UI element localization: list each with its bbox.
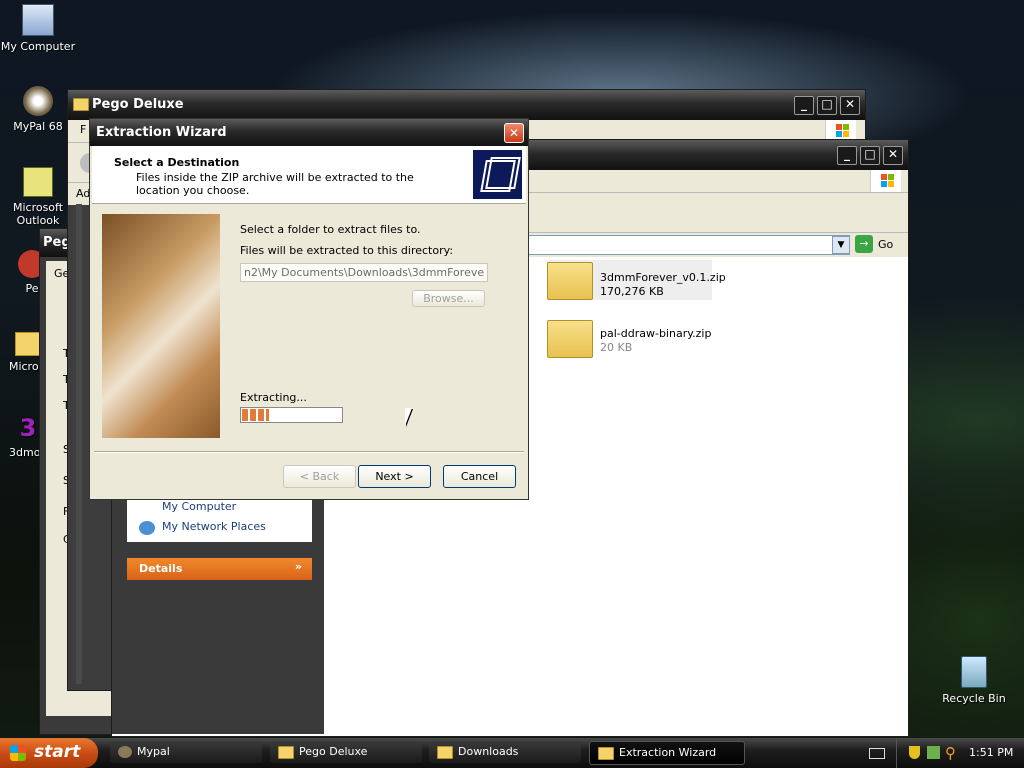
address-input[interactable] bbox=[522, 235, 850, 255]
pego-side-accent bbox=[76, 204, 82, 684]
network-icon[interactable] bbox=[927, 746, 940, 759]
desktop-icon-label: MyPal 68 bbox=[13, 120, 63, 133]
start-button[interactable]: start bbox=[0, 738, 98, 768]
recycle-bin-icon bbox=[961, 656, 987, 688]
desktop-icon-recycle-bin[interactable]: Recycle Bin bbox=[936, 656, 1012, 705]
destination-path-field[interactable] bbox=[240, 263, 488, 282]
header-subtitle: Files inside the ZIP archive will be ext… bbox=[136, 171, 414, 197]
network-icon bbox=[139, 521, 155, 535]
chevron-down-icon: » bbox=[294, 560, 302, 573]
pego-titlebar[interactable]: Pego Deluxe _ □ ✕ bbox=[68, 90, 865, 120]
progress-fill bbox=[242, 409, 269, 421]
file-name: pal-ddraw-binary.zip bbox=[600, 327, 712, 340]
mypal-icon bbox=[118, 746, 132, 758]
desktop: My Computer MyPal 68 Microsoft Outlook P… bbox=[0, 0, 1024, 738]
cancel-button[interactable]: Cancel bbox=[443, 465, 516, 488]
file-name: 3dmmForever_v0.1.zip bbox=[600, 271, 726, 284]
task-label: Pego Deluxe bbox=[299, 745, 368, 758]
folder-icon bbox=[73, 98, 89, 111]
go-arrow-icon[interactable]: → bbox=[855, 235, 873, 253]
desktop-icon-label: My Computer bbox=[0, 40, 76, 53]
mypal-icon bbox=[23, 86, 53, 116]
next-button[interactable]: Next > bbox=[358, 465, 431, 488]
keyboard-icon[interactable] bbox=[869, 748, 885, 759]
windows-flag-icon bbox=[10, 745, 26, 761]
window-title: Extraction Wizard bbox=[96, 125, 227, 140]
directory-label: Files will be extracted to this director… bbox=[240, 244, 454, 257]
place-my-computer[interactable]: My Computer bbox=[162, 500, 236, 513]
file-item[interactable]: 3dmmForever_v0.1.zip 170,276 KB bbox=[547, 260, 726, 300]
minimize-button[interactable]: _ bbox=[794, 96, 814, 115]
task-label: Mypal bbox=[137, 745, 170, 758]
taskbar: start Mypal Pego Deluxe Downloads Extrac… bbox=[0, 738, 1024, 768]
computer-icon bbox=[22, 4, 54, 36]
file-size: 170,276 KB bbox=[600, 285, 664, 298]
extraction-wizard-dialog[interactable]: Extraction Wizard ✕ Select a Destination… bbox=[89, 118, 529, 500]
go-button[interactable]: Go bbox=[878, 238, 893, 251]
desktop-icon-label: Pe bbox=[25, 282, 39, 295]
desktop-icon-label: Recycle Bin bbox=[942, 692, 1006, 705]
minimize-button[interactable]: _ bbox=[837, 146, 857, 165]
close-button[interactable]: ✕ bbox=[840, 96, 860, 115]
window-title: Pego Deluxe bbox=[92, 97, 184, 112]
extracting-label: Extracting... bbox=[240, 391, 307, 404]
folder-icon bbox=[598, 746, 614, 760]
address-dropdown-button[interactable]: ▼ bbox=[832, 236, 850, 254]
taskbar-button-mypal[interactable]: Mypal bbox=[110, 741, 262, 763]
details-header[interactable]: Details » bbox=[127, 558, 312, 580]
file-item[interactable]: pal-ddraw-binary.zip 20 KB bbox=[547, 318, 712, 358]
mouse-cursor-icon bbox=[405, 408, 412, 426]
outlook-icon bbox=[23, 167, 53, 197]
wizard-header: Select a Destination Files inside the ZI… bbox=[92, 146, 526, 204]
select-folder-label: Select a folder to extract files to. bbox=[240, 223, 421, 236]
task-label: Downloads bbox=[458, 745, 519, 758]
close-button[interactable]: ✕ bbox=[883, 146, 903, 165]
file-size: 20 KB bbox=[600, 341, 633, 354]
maximize-button[interactable]: □ bbox=[817, 96, 837, 115]
wizard-divider bbox=[94, 451, 524, 453]
header-title: Select a Destination bbox=[114, 156, 240, 169]
clock[interactable]: 1:51 PM bbox=[969, 746, 1013, 759]
taskbar-button-extraction-wizard[interactable]: Extraction Wizard bbox=[589, 741, 745, 765]
task-label: Extraction Wizard bbox=[619, 746, 717, 759]
wizard-titlebar[interactable]: Extraction Wizard ✕ bbox=[90, 119, 528, 146]
folder-icon bbox=[278, 745, 294, 759]
close-button[interactable]: ✕ bbox=[504, 123, 524, 143]
zip-folder-icon bbox=[547, 262, 593, 300]
shield-icon[interactable] bbox=[909, 746, 920, 759]
3d-movie-icon: 3 bbox=[19, 414, 37, 442]
zip-folder-icon bbox=[547, 320, 593, 358]
browse-button[interactable]: Browse... bbox=[412, 290, 485, 307]
desktop-icon-outlook[interactable]: Microsoft Outlook bbox=[0, 167, 76, 227]
details-label: Details bbox=[139, 562, 183, 575]
progress-bar bbox=[240, 407, 343, 423]
taskbar-button-downloads[interactable]: Downloads bbox=[429, 741, 581, 763]
places-panel: My Computer My Network Places bbox=[127, 494, 312, 542]
desktop-icon-label: Microsoft Outlook bbox=[12, 201, 64, 227]
place-my-network-places[interactable]: My Network Places bbox=[162, 520, 266, 533]
desktop-icon-my-computer[interactable]: My Computer bbox=[0, 4, 76, 53]
back-button[interactable]: < Back bbox=[283, 465, 356, 488]
wizard-side-image bbox=[102, 214, 220, 438]
search-icon[interactable]: ⚲ bbox=[945, 744, 956, 762]
menu-file[interactable]: F bbox=[80, 123, 86, 136]
windows-logo-icon bbox=[870, 170, 901, 192]
maximize-button[interactable]: □ bbox=[860, 146, 880, 165]
taskbar-button-pego-deluxe[interactable]: Pego Deluxe bbox=[270, 741, 422, 763]
folder-icon bbox=[437, 745, 453, 759]
system-tray: ⚲ 1:51 PM bbox=[896, 738, 1024, 768]
desktop-icon-mypal[interactable]: MyPal 68 bbox=[0, 86, 76, 133]
start-label: start bbox=[34, 742, 81, 762]
zip-folders-icon bbox=[473, 150, 522, 199]
